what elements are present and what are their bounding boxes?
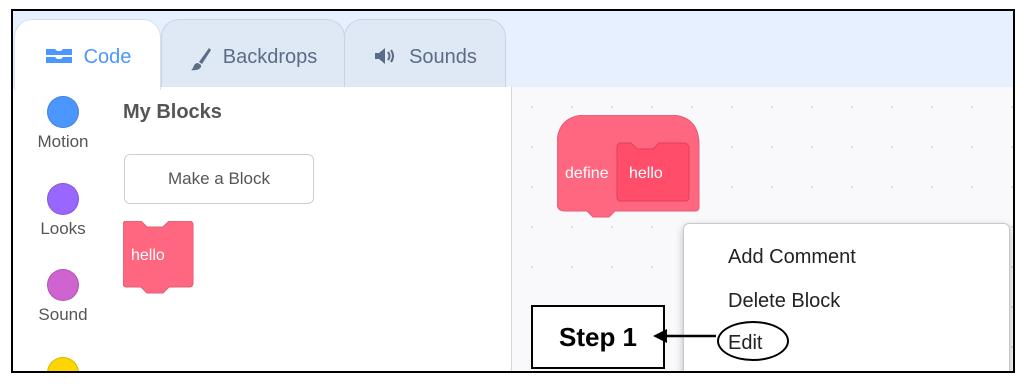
- tab-code[interactable]: Code: [14, 19, 161, 90]
- tab-code-label: Code: [83, 46, 132, 68]
- step-arrow: [653, 329, 716, 343]
- code-icon: [44, 46, 74, 66]
- scratch-editor: Code Backdrops Sounds Motion Looks Sound…: [11, 9, 1015, 373]
